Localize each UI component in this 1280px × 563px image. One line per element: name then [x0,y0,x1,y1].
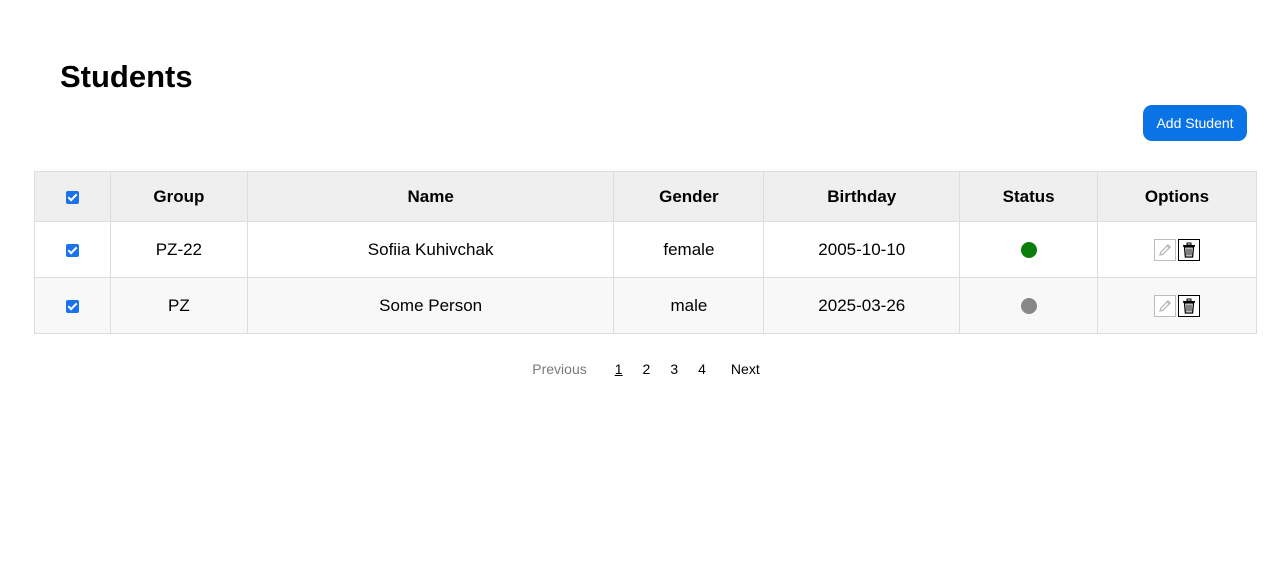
status-indicator [1020,242,1037,259]
page-link-3[interactable]: 3 [670,361,678,377]
page-link-1[interactable]: 1 [615,361,623,377]
pencil-icon [1159,243,1172,256]
edit-button[interactable] [1154,238,1177,261]
header-select-cell [34,171,111,222]
cell-gender: male [613,277,765,334]
cell-name: Some Person [246,277,615,334]
column-header-status: Status [959,171,1099,222]
row-checkbox[interactable] [65,243,79,257]
students-table: Group Name Gender Birthday Status Option… [34,171,1257,334]
cell-options [1097,277,1257,334]
column-header-birthday: Birthday [763,171,961,222]
trash-icon [1183,298,1196,314]
column-header-options: Options [1097,171,1257,222]
pagination: Previous 1 2 3 4 Next [0,361,1280,377]
row-select-cell [34,277,111,334]
delete-button[interactable] [1178,294,1201,317]
page-title: Students [60,59,193,94]
page-link-4[interactable]: 4 [698,361,706,377]
previous-page-link[interactable]: Previous [532,361,586,377]
cell-group: PZ-22 [109,221,248,278]
column-header-name: Name [246,171,615,222]
add-student-button[interactable]: Add Student [1143,105,1247,141]
row-select-cell [34,221,111,278]
trash-icon [1183,242,1196,258]
row-checkbox[interactable] [65,299,79,313]
cell-gender: female [613,221,765,278]
column-header-gender: Gender [613,171,765,222]
next-page-link[interactable]: Next [731,361,760,377]
table-row: PZ Some Person male 2025-03-26 [34,277,1257,334]
table-row: PZ-22 Sofiia Kuhivchak female 2005-10-10 [34,221,1257,278]
table-header-row: Group Name Gender Birthday Status Option… [34,171,1257,222]
cell-status [959,277,1099,334]
cell-group: PZ [109,277,248,334]
cell-birthday: 2005-10-10 [763,221,961,278]
cell-status [959,221,1099,278]
cell-birthday: 2025-03-26 [763,277,961,334]
edit-button[interactable] [1154,294,1177,317]
delete-button[interactable] [1178,238,1201,261]
cell-name: Sofiia Kuhivchak [246,221,615,278]
column-header-group: Group [109,171,248,222]
page-link-2[interactable]: 2 [643,361,651,377]
status-indicator [1020,298,1037,315]
select-all-checkbox[interactable] [65,190,79,204]
cell-options [1097,221,1257,278]
pencil-icon [1159,299,1172,312]
